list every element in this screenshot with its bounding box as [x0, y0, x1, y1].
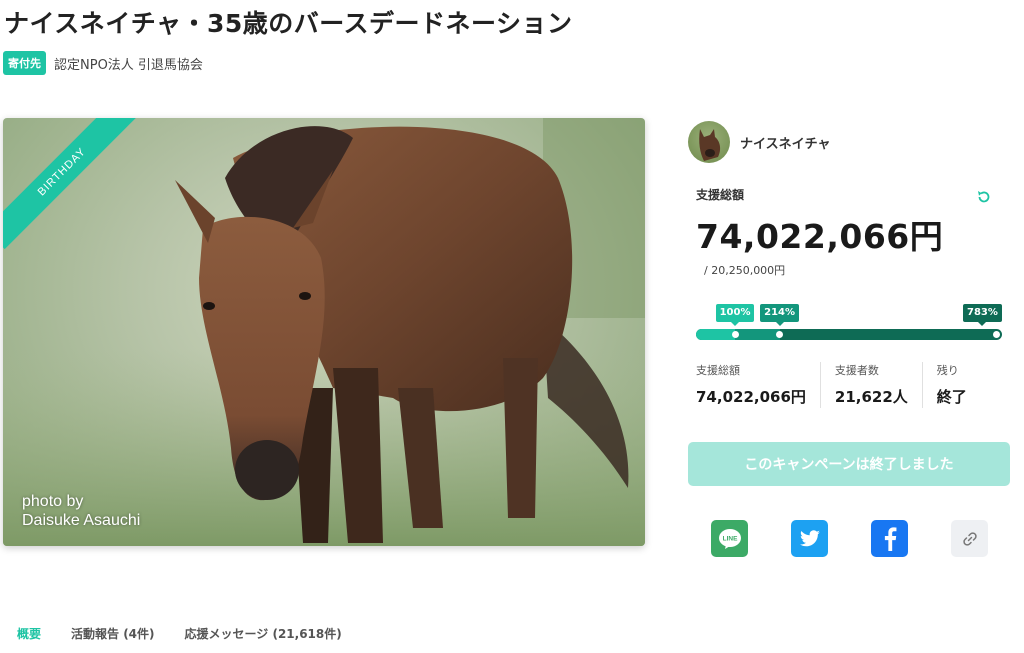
page-title: ナイスネイチャ・35歳のバースデードネーション: [4, 9, 573, 38]
progress-fill-first: [696, 329, 736, 340]
milestone-dot: [731, 331, 739, 338]
link-icon: [962, 531, 977, 546]
tab-activity-reports[interactable]: 活動報告 (4件): [71, 625, 155, 642]
owner-name: ナイスネイチャ: [740, 136, 831, 152]
project-owner[interactable]: ナイスネイチャ: [688, 121, 830, 163]
progress-fill-second: [735, 329, 780, 340]
line-icon-label: LINE: [722, 535, 737, 542]
progress-track: [696, 329, 1002, 340]
stat-value: 21,622人: [834, 388, 908, 406]
beneficiary-badge: 寄付先: [3, 51, 46, 75]
stat-total: 支援総額 74,022,066円: [696, 362, 821, 408]
share-twitter-button[interactable]: [791, 520, 828, 557]
tab-overview[interactable]: 概要: [17, 625, 41, 642]
facebook-icon: [884, 526, 896, 551]
milestone-tag: 100%: [715, 304, 755, 326]
stat-label: 支援者数: [834, 364, 879, 377]
share-facebook-button[interactable]: [871, 520, 908, 557]
stat-value: 74,022,066円: [696, 388, 806, 406]
photo-credit-line2: Daisuke Asauchi: [22, 512, 141, 529]
milestone-tag: 783%: [963, 304, 1002, 326]
copy-link-button[interactable]: [951, 520, 988, 557]
progress-bar: 100% 214% 783%: [696, 304, 1002, 340]
line-icon: LINE: [718, 528, 741, 549]
stat-supporters: 支援者数 21,622人: [835, 362, 923, 408]
tab-messages[interactable]: 応援メッセージ (21,618件): [185, 625, 342, 642]
stat-value: 終了: [936, 388, 967, 406]
photo-credit: photo by Daisuke Asauchi: [22, 492, 140, 530]
stat-label: 支援総額: [696, 364, 740, 377]
content-tabs: 概要 活動報告 (4件) 応援メッセージ (21,618件): [17, 625, 342, 642]
milestone-tag: 214%: [760, 304, 800, 326]
photo-credit-line1: photo by: [22, 493, 84, 510]
horse-photo: [3, 118, 645, 546]
stats-row: 支援総額 74,022,066円 支援者数 21,622人 残り 終了: [696, 362, 995, 408]
beneficiary-link[interactable]: 認定NPO法人 引退馬協会: [54, 54, 203, 73]
avatar: [688, 121, 730, 163]
goal-amount: / 20,250,000円: [704, 264, 786, 277]
stat-remaining: 残り 終了: [937, 362, 981, 408]
total-amount: 74,022,066円: [696, 217, 944, 256]
twitter-icon: [799, 529, 820, 546]
total-label: 支援総額: [696, 188, 745, 202]
refresh-icon[interactable]: [975, 188, 993, 206]
hero-image: BIRTHDAY photo by Daisuke Asauchi: [3, 118, 645, 546]
campaign-ended-button[interactable]: このキャンペーンは終了しました: [688, 442, 1010, 486]
share-line-button[interactable]: LINE: [711, 520, 748, 557]
stat-label: 残り: [936, 364, 959, 377]
beneficiary-row: 寄付先 認定NPO法人 引退馬協会: [3, 51, 203, 75]
milestone-dot: [993, 331, 1000, 338]
